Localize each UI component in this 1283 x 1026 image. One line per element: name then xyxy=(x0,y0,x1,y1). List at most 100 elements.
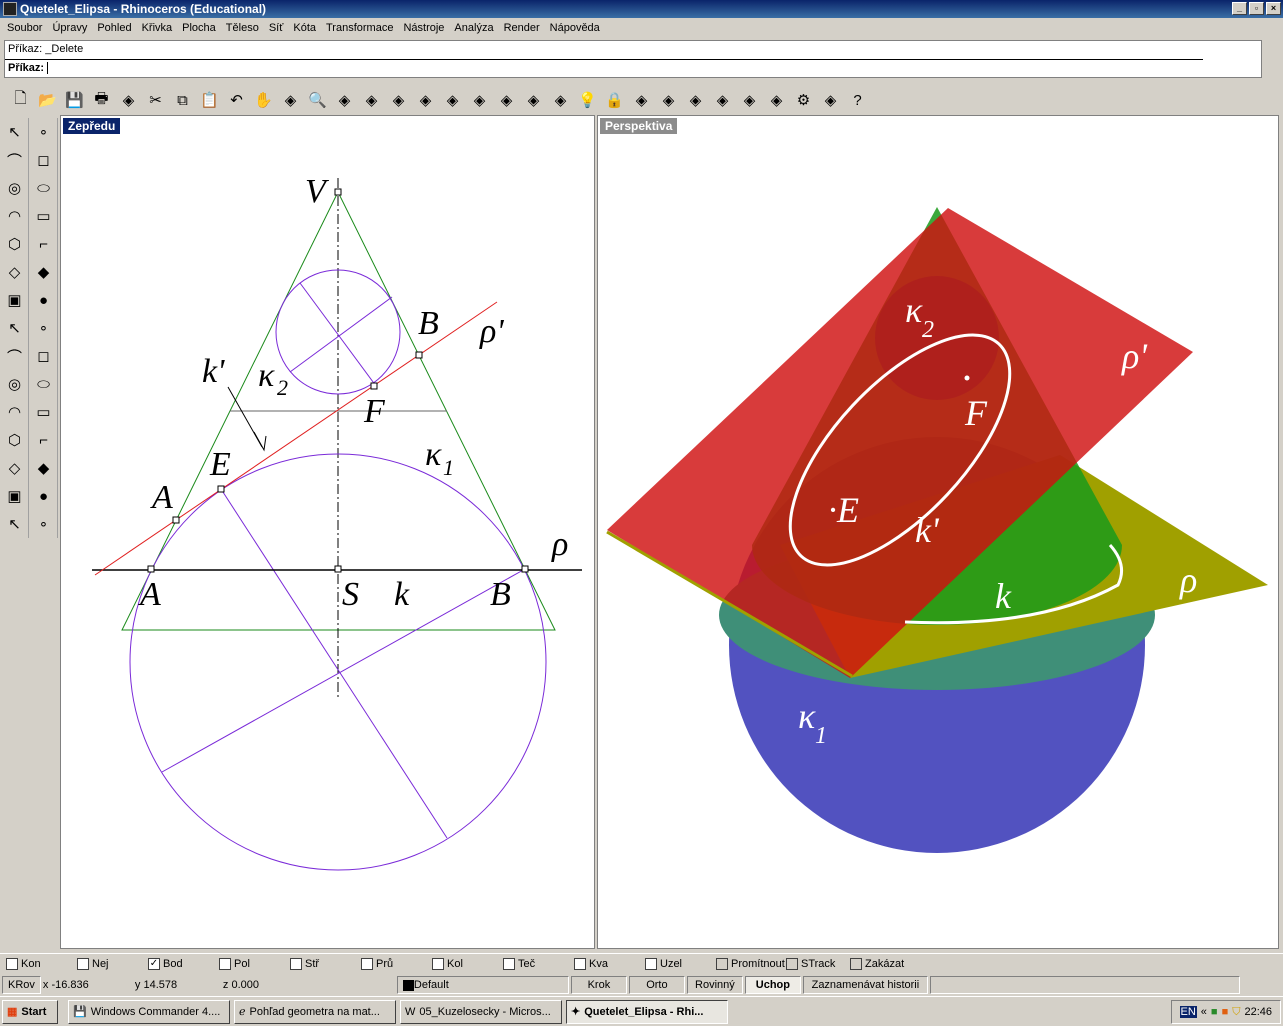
polyline-icon[interactable]: ⌒ xyxy=(1,146,29,174)
osnap-nej[interactable]: Nej xyxy=(77,957,148,970)
paste-icon[interactable]: 📋 xyxy=(197,88,222,112)
import-icon[interactable]: ◈ xyxy=(116,88,141,112)
curve-tools-icon[interactable]: ⬡ xyxy=(1,426,29,454)
analyze-icon[interactable]: ● xyxy=(30,482,58,510)
checkbox[interactable] xyxy=(716,957,728,970)
new-icon[interactable]: 🗋 xyxy=(8,88,33,112)
toggle-1[interactable]: STrack xyxy=(786,957,850,970)
settings-icon[interactable]: ⚙ xyxy=(791,88,816,112)
checkbox[interactable] xyxy=(503,957,515,970)
surface-icon[interactable]: ◇ xyxy=(1,258,29,286)
light-icon[interactable]: 💡 xyxy=(575,88,600,112)
point-icon[interactable]: ∘ xyxy=(30,118,58,146)
taskbar-item[interactable]: ✦ Quetelet_Elipsa - Rhi... xyxy=(566,999,728,1024)
record-history-button[interactable]: Zaznamenávat historii xyxy=(802,976,928,994)
text-icon[interactable]: ◇ xyxy=(1,454,29,482)
car-icon[interactable]: ◈ xyxy=(467,88,492,112)
print-icon[interactable]: 🖶 xyxy=(89,88,114,112)
cut-icon[interactable]: ✂ xyxy=(143,88,168,112)
zoom-window-icon[interactable]: ◈ xyxy=(332,88,357,112)
osnap-button[interactable]: Uchop xyxy=(744,976,801,994)
mesh-sphere-icon[interactable]: ◈ xyxy=(710,88,735,112)
osnap-bod[interactable]: ✓ Bod xyxy=(148,957,219,970)
checkbox[interactable] xyxy=(432,957,444,970)
menu-11[interactable]: Render xyxy=(499,19,545,39)
osnap-kol[interactable]: Kol xyxy=(432,957,503,970)
checkbox[interactable] xyxy=(77,957,89,970)
dimension-icon[interactable]: ◎ xyxy=(1,370,29,398)
show-hidden-icons[interactable]: « xyxy=(1201,1006,1207,1018)
restore-button[interactable]: ▫ xyxy=(1249,2,1264,15)
fillet-icon[interactable]: ⌐ xyxy=(30,230,58,258)
checkbox[interactable] xyxy=(574,957,586,970)
checkbox[interactable] xyxy=(645,957,657,970)
checkbox[interactable] xyxy=(290,957,302,970)
zoom-extents-icon[interactable]: ◈ xyxy=(359,88,384,112)
cplane-icon[interactable]: ◈ xyxy=(521,88,546,112)
checkbox[interactable] xyxy=(786,957,798,970)
redo-view-icon[interactable]: ◈ xyxy=(413,88,438,112)
render-icon[interactable]: ↖ xyxy=(1,510,29,538)
osnap-kva[interactable]: Kva xyxy=(574,957,645,970)
viewport-title-perspective[interactable]: Perspektiva xyxy=(600,118,678,134)
save-icon[interactable]: 💾 xyxy=(62,88,87,112)
menu-4[interactable]: Plocha xyxy=(177,19,221,39)
control-points-icon[interactable]: ◻ xyxy=(30,146,58,174)
four-viewports-icon[interactable]: ◈ xyxy=(440,88,465,112)
zoom-selected-icon[interactable]: ◈ xyxy=(386,88,411,112)
close-button[interactable]: × xyxy=(1266,2,1281,15)
menu-3[interactable]: Křivka xyxy=(137,19,178,39)
group-icon[interactable]: ▭ xyxy=(30,398,58,426)
offset-icon[interactable]: ⌐ xyxy=(30,426,58,454)
security-shield-icon[interactable]: ⛉ xyxy=(1232,1006,1240,1019)
color-wheel-icon[interactable]: ◈ xyxy=(656,88,681,112)
zoom-icon[interactable]: 🔍 xyxy=(305,88,330,112)
minimize-button[interactable]: _ xyxy=(1232,2,1247,15)
circle-icon[interactable]: ◎ xyxy=(1,174,29,202)
help-icon[interactable]: ? xyxy=(845,88,870,112)
render-sphere-icon[interactable]: ◈ xyxy=(737,88,762,112)
box-icon[interactable]: ▣ xyxy=(1,286,29,314)
viewport-perspective[interactable]: Perspektiva xyxy=(597,115,1279,949)
taskbar-item[interactable]: 💾 Windows Commander 4.... xyxy=(68,999,230,1024)
menu-8[interactable]: Transformace xyxy=(321,19,398,39)
polygon-icon[interactable]: ⬡ xyxy=(1,230,29,258)
menu-12[interactable]: Nápověda xyxy=(545,19,605,39)
osnap-stř[interactable]: Stř xyxy=(290,957,361,970)
checkbox[interactable] xyxy=(850,957,862,970)
transform-icon[interactable]: ◆ xyxy=(30,454,58,482)
checkbox[interactable] xyxy=(219,957,231,970)
network-icon[interactable]: ■ xyxy=(1211,1006,1218,1018)
osnap-uzel[interactable]: Uzel xyxy=(645,957,716,970)
language-indicator[interactable]: EN xyxy=(1179,1006,1197,1018)
select-icon[interactable]: ↖ xyxy=(1,118,29,146)
ortho-button[interactable]: Orto xyxy=(628,976,685,994)
osnap-kon[interactable]: Kon xyxy=(6,957,77,970)
menu-1[interactable]: Úpravy xyxy=(47,19,92,39)
sphere-icon[interactable]: ● xyxy=(30,286,58,314)
array-icon[interactable]: ▣ xyxy=(1,482,29,510)
rotate-view-icon[interactable]: ◈ xyxy=(278,88,303,112)
boolean-icon[interactable]: ◠ xyxy=(1,398,29,426)
menu-10[interactable]: Analýza xyxy=(449,19,498,39)
lock-icon[interactable]: 🔒 xyxy=(602,88,627,112)
checkbox[interactable] xyxy=(361,957,373,970)
wireframe-sphere-icon[interactable]: ◈ xyxy=(683,88,708,112)
rectangle-icon[interactable]: ▭ xyxy=(30,202,58,230)
cplane-indicator[interactable]: KRov xyxy=(2,976,41,994)
checkbox[interactable]: ✓ xyxy=(148,957,160,970)
viewport-title-front[interactable]: Zepředu xyxy=(63,118,121,134)
menu-9[interactable]: Nástroje xyxy=(398,19,449,39)
point-icon[interactable]: ◈ xyxy=(548,88,573,112)
surface-edit-icon[interactable]: ◆ xyxy=(30,258,58,286)
snap-button[interactable]: Krok xyxy=(570,976,627,994)
taskbar-item[interactable]: ℯ Pohľad geometra na mat... xyxy=(234,999,396,1024)
menu-5[interactable]: Těleso xyxy=(221,19,264,39)
layer-indicator[interactable]: Default xyxy=(396,976,569,994)
layer-icon[interactable]: ◈ xyxy=(629,88,654,112)
osnap-teč[interactable]: Teč xyxy=(503,957,574,970)
java-icon[interactable]: ■ xyxy=(1222,1006,1229,1018)
toggle-2[interactable]: Zakázat xyxy=(850,957,914,970)
ellipse-icon[interactable]: ⬭ xyxy=(30,174,58,202)
pan-icon[interactable]: ✋ xyxy=(251,88,276,112)
